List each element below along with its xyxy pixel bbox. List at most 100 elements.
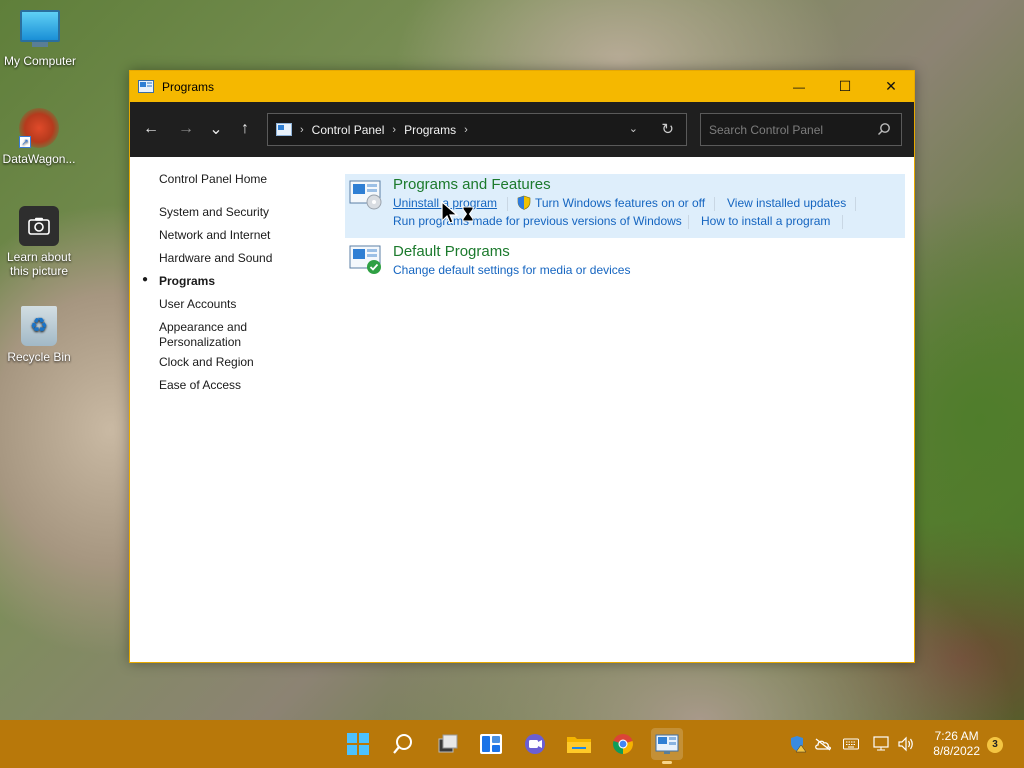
desktop-icon-my-computer[interactable]: My Computer bbox=[0, 10, 80, 68]
category-programs-and-features: Programs and Features Uninstall a progra… bbox=[345, 174, 905, 238]
onedrive-offline-icon[interactable] bbox=[814, 735, 832, 753]
window-title: Programs bbox=[162, 79, 215, 94]
address-dropdown-icon[interactable]: ⌄ bbox=[629, 122, 638, 135]
view-installed-updates-link[interactable]: View installed updates bbox=[727, 196, 846, 210]
refresh-icon[interactable]: ↻ bbox=[661, 120, 674, 138]
chevron-right-icon: › bbox=[464, 123, 468, 136]
default-programs-icon bbox=[349, 245, 381, 274]
desktop-icon-datawagon[interactable]: ↗ DataWagon... bbox=[0, 108, 79, 166]
breadcrumb-programs[interactable]: Programs bbox=[404, 123, 456, 137]
change-default-settings-link[interactable]: Change default settings for media or dev… bbox=[393, 263, 630, 277]
nav-user-accounts[interactable]: User Accounts bbox=[159, 297, 309, 312]
active-app-indicator bbox=[662, 761, 672, 764]
clock-date: 8/8/2022 bbox=[933, 744, 980, 758]
link-separator bbox=[855, 197, 856, 211]
up-arrow-icon: ↑ bbox=[241, 120, 249, 137]
navigation-bar: ← → ⌄ ↑ › Control Panel › Programs › ⌄ ↻ bbox=[130, 102, 914, 157]
programs-window: Programs — ☐ ✕ ← → ⌄ ↑ › Control Panel ›… bbox=[129, 70, 915, 663]
link-separator bbox=[714, 197, 715, 211]
nav-programs: Programs bbox=[159, 274, 216, 288]
search-icon[interactable] bbox=[877, 122, 891, 136]
current-item-bullet: ● bbox=[142, 274, 149, 285]
nav-ease-of-access[interactable]: Ease of Access bbox=[159, 378, 309, 393]
back-button[interactable]: ← bbox=[136, 114, 166, 144]
run-older-programs-link[interactable]: Run programs made for previous versions … bbox=[393, 214, 682, 228]
desktop-icon-label: Recycle Bin bbox=[7, 350, 71, 364]
minimize-icon: — bbox=[793, 79, 805, 94]
widgets-button[interactable] bbox=[475, 728, 507, 760]
category-default-programs: Default Programs Change default settings… bbox=[345, 241, 905, 281]
desktop-icon-learn-about-picture[interactable]: Learn about this picture bbox=[0, 206, 79, 278]
control-panel-icon bbox=[655, 734, 679, 754]
maximize-button[interactable]: ☐ bbox=[822, 71, 868, 102]
breadcrumb-control-panel[interactable]: Control Panel bbox=[312, 123, 385, 137]
keyboard-icon[interactable] bbox=[842, 735, 860, 753]
datawagon-icon: ↗ bbox=[19, 108, 59, 148]
volume-icon[interactable] bbox=[897, 735, 915, 753]
chrome-icon bbox=[613, 734, 633, 754]
chevron-down-icon: ⌄ bbox=[209, 121, 223, 138]
link-separator bbox=[507, 197, 508, 211]
file-explorer-icon bbox=[567, 737, 591, 753]
nav-hardware-and-sound[interactable]: Hardware and Sound bbox=[159, 251, 309, 266]
uac-shield-icon bbox=[517, 195, 531, 210]
content-area: Control Panel Home System and Security N… bbox=[130, 157, 914, 662]
up-button[interactable]: ↑ bbox=[230, 114, 260, 144]
address-bar[interactable]: › Control Panel › Programs › ⌄ ↻ bbox=[267, 113, 687, 146]
nav-system-and-security[interactable]: System and Security bbox=[159, 205, 309, 220]
control-panel-taskbar-button[interactable] bbox=[651, 728, 683, 764]
taskbar-search-button[interactable] bbox=[387, 728, 419, 760]
recycle-bin-icon: ♻ bbox=[19, 306, 59, 346]
forward-arrow-icon: → bbox=[178, 120, 194, 137]
taskbar: 7:26 AM 8/8/2022 3 bbox=[0, 720, 1024, 768]
desktop-icon-label: My Computer bbox=[3, 54, 77, 68]
search-box[interactable] bbox=[700, 113, 902, 146]
clock[interactable]: 7:26 AM 8/8/2022 bbox=[933, 729, 980, 759]
desktop-icon-label: Learn about this picture bbox=[6, 250, 72, 278]
link-separator bbox=[842, 215, 843, 229]
monitor-icon bbox=[20, 10, 60, 50]
chevron-right-icon: › bbox=[392, 123, 397, 136]
close-button[interactable]: ✕ bbox=[868, 71, 914, 102]
close-icon: ✕ bbox=[885, 78, 897, 94]
how-to-install-link[interactable]: How to install a program bbox=[701, 214, 830, 228]
task-view-icon bbox=[438, 734, 458, 753]
file-explorer-button[interactable] bbox=[563, 728, 595, 760]
desktop-icon-recycle-bin[interactable]: ♻ Recycle Bin bbox=[0, 306, 79, 364]
back-arrow-icon: ← bbox=[143, 120, 159, 137]
chat-button[interactable] bbox=[519, 728, 551, 760]
nav-appearance-and-personalization[interactable]: Appearance and Personalization bbox=[159, 320, 309, 350]
forward-button[interactable]: → bbox=[171, 114, 201, 144]
minimize-button[interactable]: — bbox=[776, 71, 822, 102]
widgets-icon bbox=[480, 734, 502, 754]
programs-and-features-title[interactable]: Programs and Features bbox=[393, 176, 551, 193]
control-panel-icon bbox=[138, 79, 154, 93]
programs-and-features-icon bbox=[349, 180, 382, 210]
clock-time: 7:26 AM bbox=[934, 729, 979, 743]
control-panel-icon bbox=[276, 122, 292, 136]
start-button[interactable] bbox=[342, 728, 374, 760]
default-programs-title[interactable]: Default Programs bbox=[393, 243, 510, 260]
desktop-icon-label: DataWagon... bbox=[2, 152, 76, 166]
turn-windows-features-link[interactable]: Turn Windows features on or off bbox=[535, 196, 705, 210]
search-input[interactable] bbox=[701, 122, 869, 137]
title-bar[interactable]: Programs — ☐ ✕ bbox=[130, 71, 914, 102]
task-view-button[interactable] bbox=[432, 728, 464, 760]
shortcut-arrow-icon: ↗ bbox=[19, 136, 31, 148]
link-separator bbox=[688, 215, 689, 229]
camera-icon bbox=[19, 206, 59, 246]
nav-network-and-internet[interactable]: Network and Internet bbox=[159, 228, 309, 243]
chat-icon bbox=[525, 734, 545, 754]
security-warning-icon[interactable] bbox=[789, 735, 807, 753]
notification-count-badge[interactable]: 3 bbox=[987, 737, 1003, 753]
maximize-icon: ☐ bbox=[838, 78, 852, 94]
nav-control-panel-home[interactable]: Control Panel Home bbox=[159, 172, 309, 187]
chevron-right-icon: › bbox=[300, 123, 304, 136]
chrome-button[interactable] bbox=[607, 728, 639, 760]
start-icon bbox=[347, 733, 369, 755]
nav-clock-and-region[interactable]: Clock and Region bbox=[159, 355, 309, 370]
network-icon[interactable] bbox=[873, 735, 891, 753]
recent-locations-button[interactable]: ⌄ bbox=[201, 114, 231, 144]
busy-cursor-icon bbox=[441, 201, 474, 224]
search-icon bbox=[393, 734, 412, 754]
